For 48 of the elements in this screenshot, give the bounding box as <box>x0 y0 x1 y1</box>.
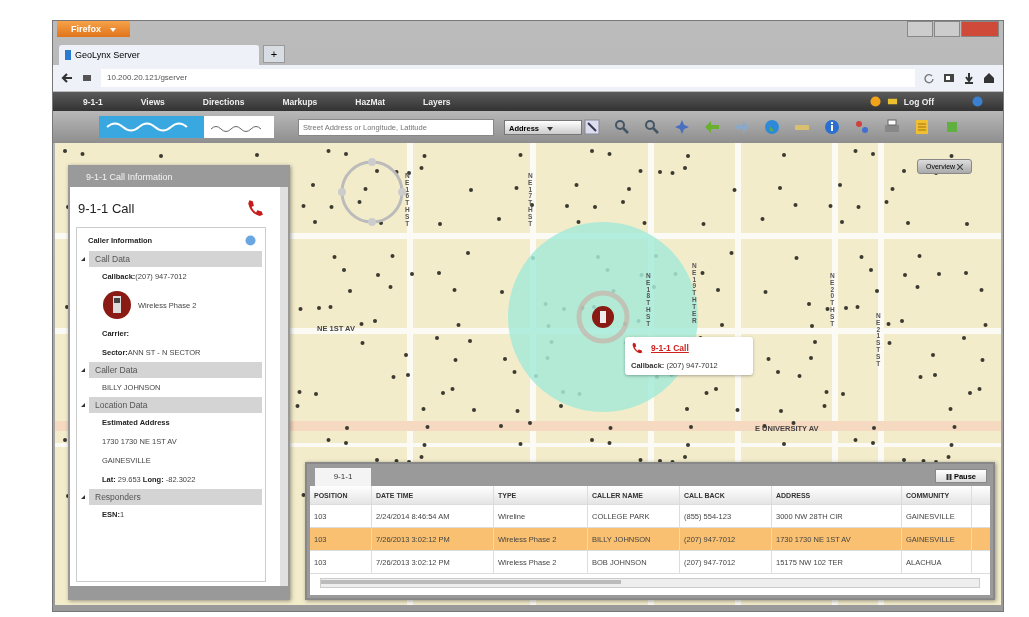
new-tab-button[interactable]: + <box>263 45 285 63</box>
section-header[interactable]: Responders <box>80 489 262 505</box>
menu-item[interactable]: Layers <box>423 96 451 107</box>
layers-icon[interactable] <box>854 119 870 135</box>
popup-title[interactable]: 9-1-1 Call <box>651 343 689 353</box>
phone-icon <box>246 199 264 217</box>
section-header[interactable]: Location Data <box>80 397 262 413</box>
help-icon[interactable] <box>245 235 256 246</box>
bookmarks-icon[interactable] <box>943 72 955 84</box>
page-icon <box>65 50 71 60</box>
calls-tab[interactable]: 9-1-1 <box>315 468 371 486</box>
log-off-link[interactable]: Log Off <box>903 96 934 107</box>
pan-icon[interactable] <box>674 119 690 135</box>
reload-icon[interactable] <box>923 72 935 84</box>
help-icon[interactable] <box>972 96 983 107</box>
minimize-icon[interactable] <box>907 21 933 37</box>
menu-item[interactable]: HazMat <box>355 96 386 107</box>
map-navigation-icon[interactable] <box>337 157 407 227</box>
zoom-out-icon[interactable] <box>644 119 660 135</box>
horizontal-scrollbar[interactable] <box>320 578 980 588</box>
globe-icon[interactable] <box>764 119 780 135</box>
print-icon[interactable] <box>884 119 900 135</box>
info-icon[interactable] <box>824 119 840 135</box>
panel-title: 9-1-1 Call Information <box>70 167 288 187</box>
zoom-in-icon[interactable] <box>614 119 630 135</box>
menu-item[interactable]: 9-1-1 <box>83 96 103 107</box>
url-field[interactable]: 10.200.20.121/gserver <box>101 69 915 87</box>
menu-item[interactable]: Directions <box>202 96 245 107</box>
caret-icon <box>109 27 116 32</box>
call-heading: 9-1-1 Call <box>78 200 135 216</box>
browser-tab[interactable]: GeoLynx Server <box>59 45 259 65</box>
notepad-icon[interactable] <box>914 119 930 135</box>
maximize-icon[interactable] <box>934 21 960 37</box>
home-icon[interactable] <box>983 72 995 84</box>
section-header[interactable]: Caller Data <box>80 362 262 378</box>
close-icon <box>957 164 964 171</box>
grid-icon[interactable] <box>81 72 93 84</box>
menu-item[interactable]: Markups <box>282 96 318 107</box>
cell-phone-icon <box>102 290 132 320</box>
section-header[interactable]: Call Data <box>80 251 262 267</box>
download-icon[interactable] <box>963 72 975 84</box>
phone-icon <box>631 342 643 354</box>
locate-icon[interactable] <box>584 119 600 135</box>
caller-marker-icon[interactable] <box>575 289 631 345</box>
back-icon[interactable] <box>61 72 73 84</box>
pause-icon <box>945 473 952 480</box>
caret-icon <box>547 126 554 131</box>
menu-item[interactable]: Views <box>140 96 165 107</box>
